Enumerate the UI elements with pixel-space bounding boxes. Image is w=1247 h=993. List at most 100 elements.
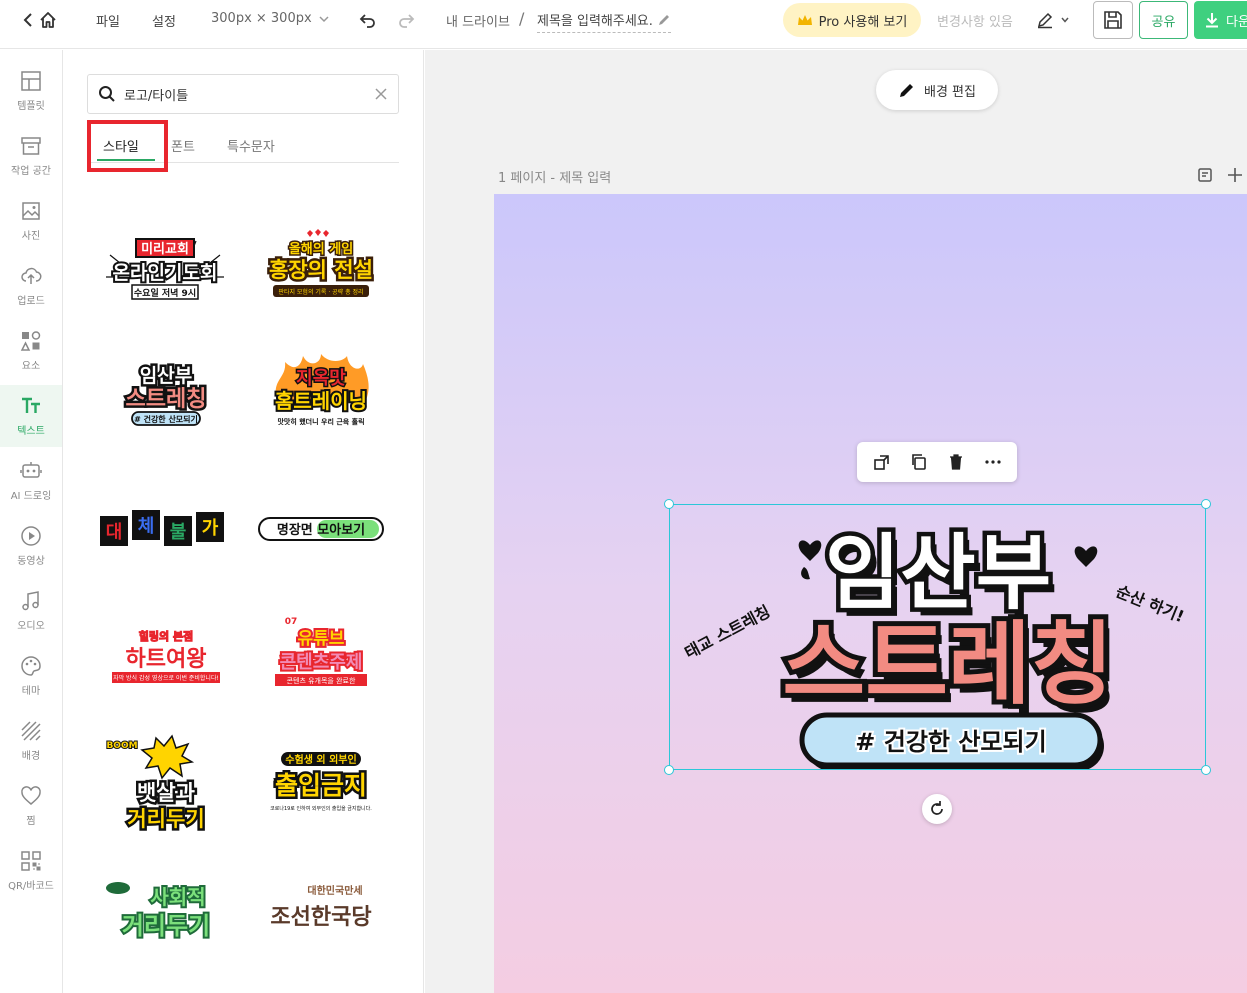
edit-background-label: 배경 편집	[924, 84, 976, 100]
sticker-text: 거리두기	[127, 807, 204, 831]
style-sticker-church-prayer[interactable]: 미리교회 온라인기도회 수요일 저녁 9시	[96, 225, 236, 325]
element-toolbar	[857, 442, 1017, 482]
sticker-text: 가	[202, 518, 219, 539]
pencil-icon	[900, 84, 913, 97]
style-sticker-joseon-restaurant[interactable]: 대한민국만세 조선한국당	[251, 860, 391, 960]
sticker-preview: 올해의 게임 홍장의 전설 판타지 모험의 기록 · 공략 총 정리	[267, 229, 375, 297]
arrange-layer-icon[interactable]	[873, 453, 891, 471]
upload-icon	[21, 267, 42, 284]
style-sticker-social-distancing[interactable]: 사회적 거리두기	[96, 860, 236, 960]
style-sticker-hell-training[interactable]: 지옥맛 홈트레이닝 맛맛히 했더니 우리 근육 홀릭	[251, 350, 391, 450]
more-options-icon[interactable]	[984, 453, 1002, 471]
sticker-text: 임산부	[140, 365, 192, 387]
resize-handle-top-right[interactable]	[1201, 499, 1211, 509]
style-sticker-game-legend[interactable]: 올해의 게임 홍장의 전설 판타지 모험의 기록 · 공략 총 정리	[251, 225, 391, 325]
template-icon	[21, 71, 41, 91]
rail-label: QR/바코드	[8, 881, 54, 892]
rail-item-background[interactable]: 배경	[0, 710, 62, 772]
rail-item-ai-drawing[interactable]: AI 드로잉	[0, 450, 62, 512]
trash-icon[interactable]	[947, 453, 965, 471]
rail-label: 작업 공간	[11, 166, 51, 177]
style-sticker-no-entry[interactable]: 수험생 외 외부인 출입금지 코로나19로 인하여 외부인의 출입을 금지합니다…	[251, 734, 391, 834]
rotate-handle[interactable]	[922, 794, 952, 824]
breadcrumb-drive[interactable]: 내 드라이브	[446, 11, 510, 30]
style-sticker-best-scenes[interactable]: 명장면 모아보기	[251, 480, 391, 580]
download-label: 다운	[1226, 14, 1247, 30]
edit-mode-dropdown[interactable]	[1036, 10, 1076, 30]
text-panel: 스타일 폰트 특수문자 미리교회 온라인기도회 수요일 저녁 9시 올해의 게임…	[63, 50, 424, 993]
rail-item-templates[interactable]: 템플릿	[0, 60, 62, 122]
rail-label: 배경	[21, 751, 41, 762]
rail-item-favorites[interactable]: 찜	[0, 775, 62, 837]
style-sticker-belly-distancing[interactable]: BOOM 뱃살과 거리두기	[96, 734, 236, 834]
menu-file[interactable]: 파일	[96, 11, 120, 30]
style-sticker-youtube-content[interactable]: 07 유튜브 콘텐츠주제 콘텐츠 유개목을 완료한	[251, 610, 391, 710]
sticker-text: 홍장의 전설	[269, 258, 373, 282]
document-title-field[interactable]: 제목을 입력해주세요.	[537, 10, 671, 33]
tab-special-chars[interactable]: 특수문자	[227, 136, 275, 155]
theme-icon	[21, 656, 41, 676]
elements-icon	[20, 331, 41, 351]
search-box	[87, 74, 399, 114]
tab-font[interactable]: 폰트	[171, 136, 195, 155]
style-sticker-irreplaceable[interactable]: 대 체 불 가	[96, 480, 236, 580]
share-button[interactable]: 공유	[1139, 1, 1188, 39]
sticker-preview: 미리교회 온라인기도회 수요일 저녁 9시	[106, 238, 224, 300]
sticker-preview: 힐링의 본점 하트여왕 자막 방식 감성 영상으로 이번 준비합니다!	[112, 629, 220, 683]
resize-handle-top-left[interactable]	[664, 499, 674, 509]
menu-settings[interactable]: 설정	[152, 11, 176, 30]
sticker-text: 유튜브	[298, 629, 345, 649]
search-input[interactable]	[124, 86, 366, 102]
resize-handle-bottom-right[interactable]	[1201, 765, 1211, 775]
rail-label: 업로드	[17, 296, 45, 307]
sticker-preview: BOOM 뱃살과 거리두기	[105, 734, 207, 834]
rail-item-workspace[interactable]: 작업 공간	[0, 125, 62, 187]
sticker-preview: 명장면 모아보기	[258, 517, 384, 541]
rail-item-elements[interactable]: 요소	[0, 320, 62, 382]
save-status: 변경사항 있음	[937, 15, 1013, 30]
sticker-text: 체	[138, 516, 155, 537]
sticker-text: 07	[285, 617, 298, 627]
rail-item-audio[interactable]: 오디오	[0, 580, 62, 642]
design-page[interactable]: 임산부 임산부 스트레칭 스트레칭 태교 스트레칭 순산 하기! # 건강한 산…	[494, 194, 1247, 993]
sticker-text: 온라인기도회	[113, 262, 218, 284]
download-button[interactable]: 다운	[1194, 1, 1247, 39]
sticker-preview: 대한민국만세 조선한국당	[270, 884, 371, 930]
rail-item-upload[interactable]: 업로드	[0, 255, 62, 317]
page-label[interactable]: 1 페이지 - 제목 입력	[498, 167, 611, 186]
edit-background-button[interactable]: 배경 편집	[876, 70, 998, 110]
rail-label: 요소	[21, 361, 41, 372]
sticker-text: 명장면 모아보기	[277, 522, 365, 538]
save-button[interactable]	[1093, 1, 1133, 39]
rail-item-text[interactable]: 텍스트	[0, 385, 62, 447]
undo-icon[interactable]	[358, 10, 378, 30]
add-page-icon[interactable]	[1227, 167, 1243, 183]
sticker-preview: 지옥맛 홈트레이닝 맛맛히 했더니 우리 근육 홀릭	[273, 354, 369, 426]
redo-icon[interactable]	[396, 10, 416, 30]
back-chevron-icon[interactable]	[20, 11, 38, 29]
rail-label: AI 드로잉	[10, 491, 52, 502]
audio-icon	[22, 591, 39, 611]
duplicate-icon[interactable]	[910, 453, 928, 471]
sticker-text: 사회적	[150, 885, 205, 909]
canvas-size-label: 300px × 300px	[211, 11, 312, 26]
sticker-text: 대한민국만세	[307, 884, 362, 897]
clear-search-icon[interactable]	[374, 87, 388, 101]
sticker-text: # 건강한 산모되기	[134, 414, 198, 424]
style-sticker-pregnancy-stretching[interactable]: 임산부 스트레칭 # 건강한 산모되기	[96, 350, 236, 450]
rail-item-video[interactable]: 동영상	[0, 515, 62, 577]
rail-item-qr[interactable]: QR/바코드	[0, 840, 62, 902]
rail-item-photos[interactable]: 사진	[0, 190, 62, 252]
page-notes-icon[interactable]	[1197, 167, 1213, 183]
sticker-text: 수요일 저녁 9시	[134, 287, 196, 299]
rotate-icon	[931, 801, 943, 815]
pro-trial-button[interactable]: Pro 사용해 보기	[783, 3, 921, 37]
selection-box[interactable]	[669, 504, 1206, 770]
rail-item-theme[interactable]: 테마	[0, 645, 62, 707]
resize-handle-bottom-left[interactable]	[664, 765, 674, 775]
sticker-text: 코로나19로 인하여 외부인의 출입을 금지합니다.	[270, 805, 372, 812]
style-sticker-heart-queen[interactable]: 힐링의 본점 하트여왕 자막 방식 감성 영상으로 이번 준비합니다!	[96, 610, 236, 710]
home-icon[interactable]	[38, 10, 58, 30]
canvas-size-dropdown[interactable]: 300px × 300px	[211, 11, 330, 26]
sticker-text: 뱃살과	[137, 781, 195, 805]
